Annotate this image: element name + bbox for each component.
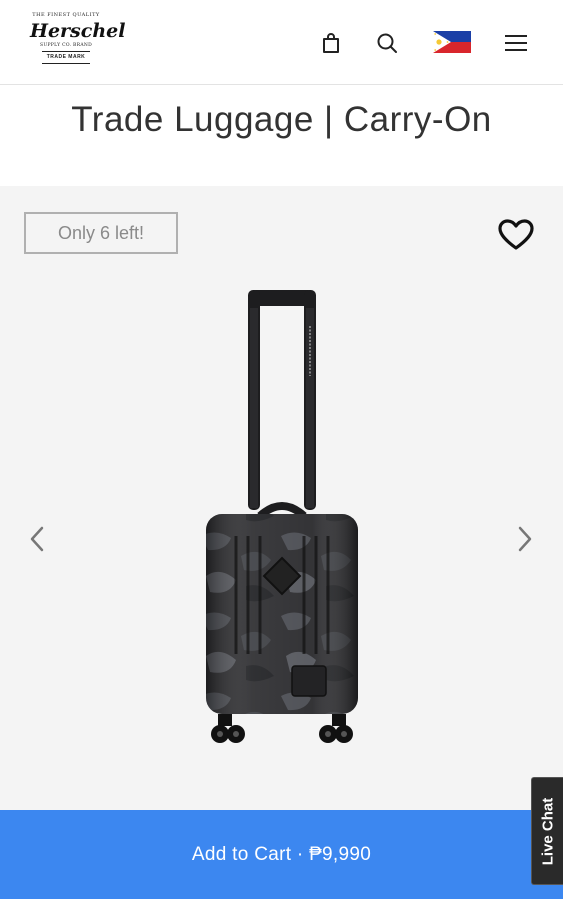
product-gallery: Only 6 left!: [0, 186, 563, 810]
logo-brand: Herschel: [30, 20, 126, 42]
product-image[interactable]: [196, 286, 368, 766]
add-to-cart-label: Add to Cart · ₱9,990: [191, 843, 372, 865]
chevron-right-icon[interactable]: [512, 524, 536, 554]
add-to-cart-button[interactable]: Add to Cart · ₱9,990: [0, 810, 563, 899]
menu-icon[interactable]: [502, 29, 530, 57]
site-header: THE FINEST QUALITY Herschel SUPPLY CO. B…: [0, 0, 563, 85]
logo-supply: SUPPLY CO. BRAND: [39, 43, 93, 48]
stock-badge: Only 6 left!: [24, 212, 178, 254]
live-chat-button[interactable]: Live Chat: [531, 777, 563, 885]
logo-rule-bottom: [42, 63, 90, 64]
logo-rule: [42, 51, 90, 52]
chevron-left-icon[interactable]: [26, 524, 50, 554]
product-title: Trade Luggage | Carry-On: [71, 100, 492, 139]
philippines-flag-icon[interactable]: [433, 31, 471, 53]
search-icon[interactable]: [373, 29, 401, 57]
bag-icon[interactable]: [317, 29, 345, 57]
logo-trademark: TRADE MARK: [46, 54, 86, 60]
logo-tagline: THE FINEST QUALITY: [32, 12, 100, 18]
heart-icon[interactable]: [497, 218, 535, 252]
live-chat-label: Live Chat: [539, 797, 557, 865]
herschel-logo[interactable]: THE FINEST QUALITY Herschel SUPPLY CO. B…: [30, 12, 126, 70]
product-page: THE FINEST QUALITY Herschel SUPPLY CO. B…: [0, 0, 563, 904]
